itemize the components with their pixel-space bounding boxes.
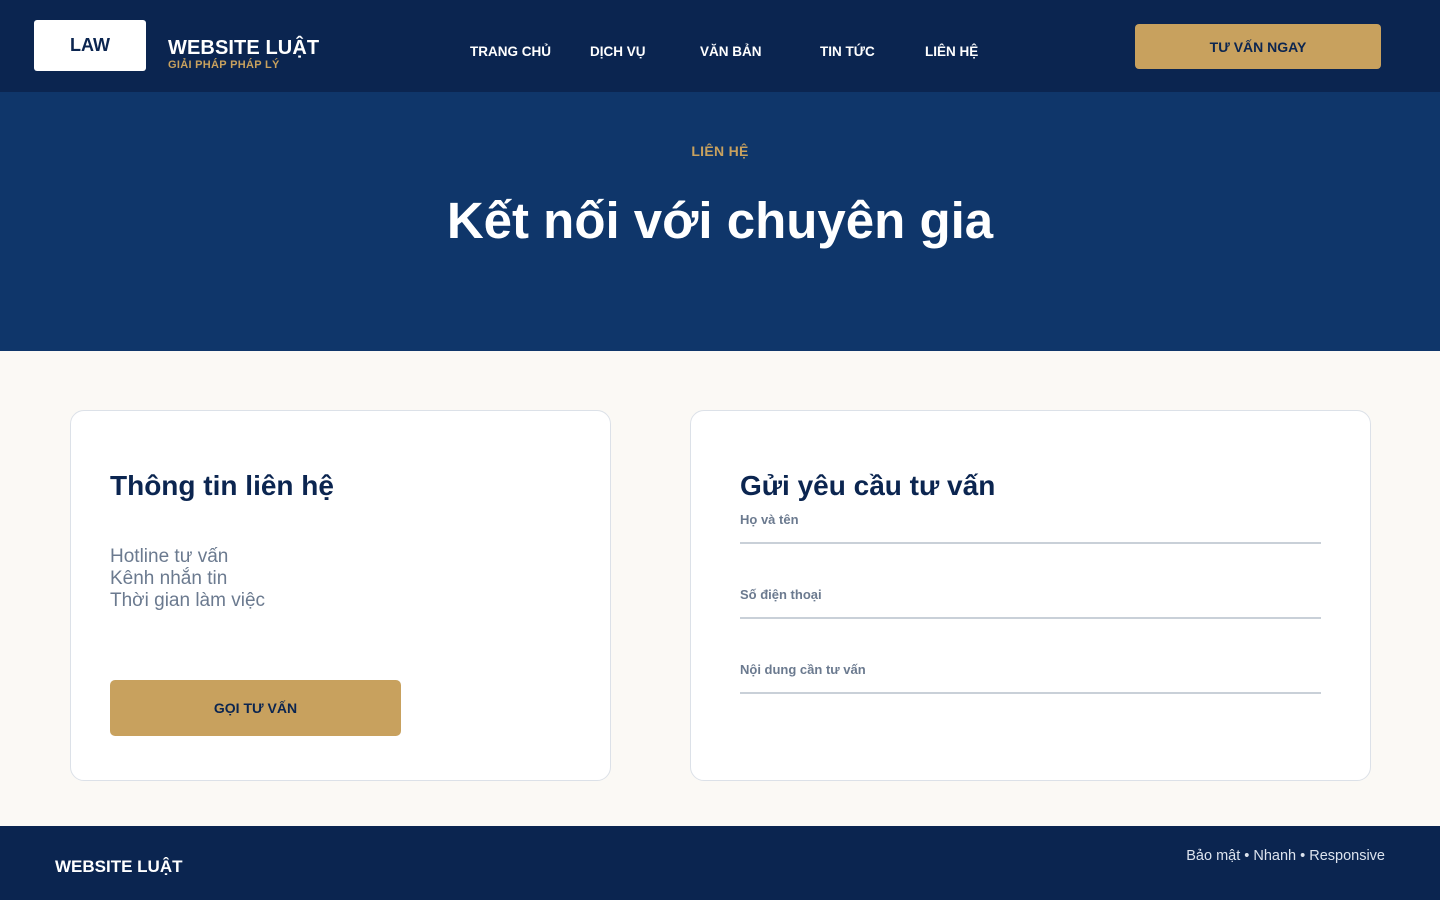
message-label: Nội dung cần tư vấn (740, 662, 866, 677)
full-name-label: Họ và tên (740, 512, 799, 527)
brand-tagline: GIẢI PHÁP PHÁP LÝ (168, 59, 280, 71)
contact-info-title: Thông tin liên hệ (110, 470, 334, 501)
logo[interactable]: LAW (34, 20, 146, 71)
full-name-field: Họ và tên (740, 512, 1321, 544)
consult-now-label: TƯ VẤN NGAY (1209, 38, 1307, 55)
message-underline (740, 692, 1321, 694)
footer-brand: WEBSITE LUẬT (55, 857, 183, 876)
footer-tagline: Bảo mật • Nhanh • Responsive (1186, 848, 1385, 864)
contact-info-list: Hotline tư vấn Kênh nhắn tin Thời gian l… (110, 546, 265, 612)
hero-section: LIÊN HỆ Kết nối với chuyên gia (0, 92, 1440, 351)
consult-now-button[interactable]: TƯ VẤN NGAY (1135, 24, 1381, 69)
phone-label: Số điện thoại (740, 587, 822, 602)
contact-info-card: Thông tin liên hệ Hotline tư vấn Kênh nh… (70, 410, 611, 781)
site-footer: WEBSITE LUẬT Bảo mật • Nhanh • Responsiv… (0, 826, 1440, 900)
message-input[interactable] (740, 678, 1321, 693)
hero-eyebrow: LIÊN HỆ (691, 143, 749, 159)
nav-item-documents[interactable]: VĂN BẢN (700, 44, 762, 60)
consult-form-card: Gửi yêu cầu tư vấn Họ và tên Số điện tho… (690, 410, 1371, 781)
full-name-underline (740, 542, 1321, 544)
message-field: Nội dung cần tư vấn (740, 662, 1321, 694)
phone-field: Số điện thoại (740, 587, 1321, 619)
call-consult-label: GỌI TƯ VẤN (213, 700, 298, 716)
phone-input[interactable] (740, 603, 1321, 618)
brand-name[interactable]: WEBSITE LUẬT (168, 37, 319, 59)
site-header: LAW WEBSITE LUẬT GIẢI PHÁP PHÁP LÝ TRANG… (0, 0, 1440, 92)
nav-item-contact[interactable]: LIÊN HỆ (925, 44, 978, 60)
nav-item-services[interactable]: DỊCH VỤ (590, 44, 646, 60)
call-consult-button[interactable]: GỌI TƯ VẤN (110, 680, 401, 736)
list-item-messaging: Kênh nhắn tin (110, 568, 228, 589)
list-item-working-hours: Thời gian làm việc (110, 590, 266, 611)
phone-underline (740, 617, 1321, 619)
logo-text: LAW (70, 35, 110, 55)
list-item-hotline: Hotline tư vấn (110, 546, 229, 567)
nav-item-home[interactable]: TRANG CHỦ (470, 44, 551, 60)
page-title: Kết nối với chuyên gia (446, 192, 994, 249)
consult-form-title: Gửi yêu cầu tư vấn (740, 470, 996, 501)
nav-item-news[interactable]: TIN TỨC (820, 44, 875, 60)
full-name-input[interactable] (740, 528, 1321, 543)
